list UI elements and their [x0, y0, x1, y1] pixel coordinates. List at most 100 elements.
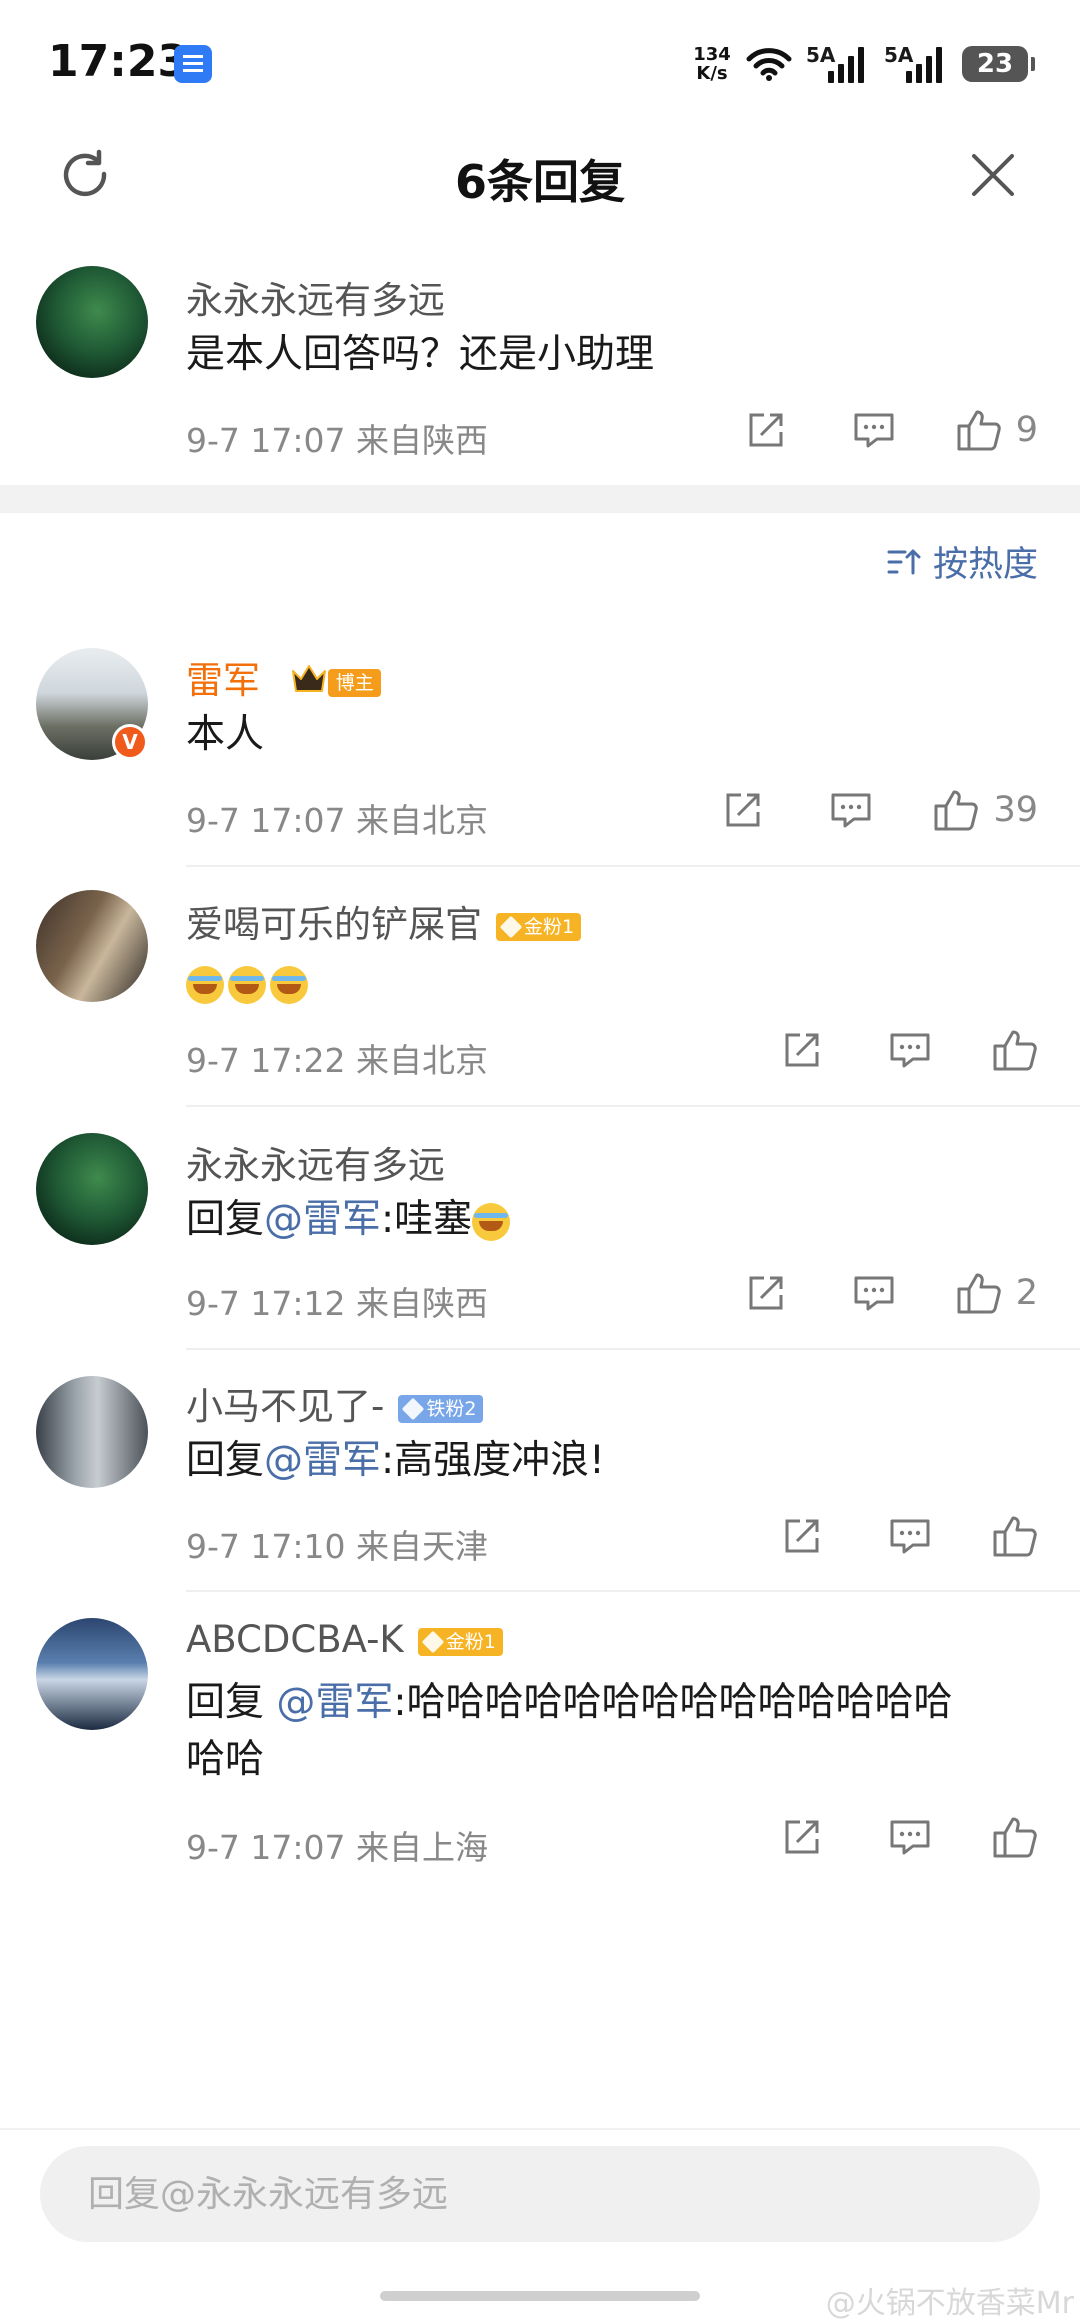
comment-meta: 9-7 17:12 来自陕西: [186, 1284, 488, 1323]
username-text: ABCDCBA-K: [186, 1618, 404, 1661]
avatar[interactable]: [36, 1376, 148, 1488]
reply-body: :哇塞: [381, 1197, 473, 1242]
like-button[interactable]: 2: [956, 1271, 1038, 1315]
reply-item: 爱喝可乐的铲屎官 金粉1 9-7 17:22 来自北京: [0, 882, 1080, 1102]
avatar[interactable]: [36, 1618, 148, 1730]
username-text: 雷军: [186, 659, 260, 702]
fan-badge: 铁粉2: [398, 1394, 484, 1423]
like-count: 9: [1015, 410, 1038, 450]
reply-input[interactable]: [40, 2146, 1040, 2242]
net-speed-unit: K/s: [696, 63, 728, 84]
signal-2-label: 5A: [884, 43, 914, 67]
share-icon[interactable]: [742, 410, 790, 450]
comment-actions: [778, 1815, 1038, 1859]
fan-badge: 金粉1: [496, 912, 582, 941]
username[interactable]: 雷军 博主: [186, 650, 381, 704]
fan-badge-label: 金粉1: [524, 915, 575, 938]
fan-badge-label: 铁粉2: [426, 1397, 477, 1420]
username-text: 爱喝可乐的铲屎官: [186, 903, 482, 946]
comment-actions: [778, 1514, 1038, 1558]
username-text: 小马不见了-: [186, 1385, 385, 1428]
username[interactable]: 永永永远有多远: [186, 270, 445, 324]
status-time: 17:23: [48, 36, 189, 87]
crown-icon: [290, 661, 328, 704]
close-icon[interactable]: [968, 150, 1018, 200]
comment-meta: 9-7 17:07 来自上海: [186, 1828, 488, 1867]
comment-meta: 9-7 17:10 来自天津: [186, 1527, 488, 1566]
reply-item: 小马不见了- 铁粉2 回复@雷军:高强度冲浪! 9-7 17:10 来自天津: [0, 1368, 1080, 1588]
username[interactable]: ABCDCBA-K 金粉1: [186, 1618, 503, 1661]
username[interactable]: 永永永远有多远: [186, 1135, 445, 1189]
avatar[interactable]: [36, 890, 148, 1002]
comment-text: 本人: [186, 712, 265, 757]
divider: [186, 1590, 1080, 1592]
wifi-icon: [746, 46, 792, 82]
avatar[interactable]: [36, 266, 148, 378]
status-bar: 17:23 134 K/s 5A 5A 23: [0, 0, 1080, 130]
reply-body: :高强度冲浪!: [381, 1438, 605, 1483]
signal-icon-2: 5A: [884, 43, 948, 83]
home-indicator[interactable]: [380, 2291, 700, 2301]
comment-icon[interactable]: [850, 1273, 898, 1313]
comment-icon[interactable]: [827, 790, 875, 830]
reply-item: 永永永远有多远 回复@雷军:哇塞 9-7 17:12 来自陕西 2: [0, 1125, 1080, 1345]
root-comment: 永永永远有多远 是本人回答吗？还是小助理 9-7 17:07 来自陕西 9: [0, 260, 1080, 480]
reply-body: :哈哈哈哈哈哈哈哈哈哈哈哈哈哈: [393, 1680, 953, 1725]
laugh-cry-emoji-icon: [186, 965, 224, 1004]
comment-icon[interactable]: [886, 1817, 934, 1857]
reply-prefix: 回复: [186, 1680, 277, 1725]
reply-prefix: 回复: [186, 1197, 265, 1242]
mention-link[interactable]: @雷军: [264, 1197, 381, 1242]
comment-icon[interactable]: [886, 1030, 934, 1070]
share-icon[interactable]: [719, 790, 767, 830]
like-count: 39: [993, 790, 1038, 830]
reply-prefix: 回复: [186, 1438, 265, 1483]
avatar[interactable]: [36, 1133, 148, 1245]
bottom-divider: [0, 2128, 1080, 2130]
verified-badge-icon: V: [112, 724, 148, 760]
laugh-cry-emoji-icon: [228, 965, 266, 1004]
header: 6条回复: [0, 130, 1080, 220]
like-button[interactable]: [992, 1815, 1038, 1859]
notes-app-icon: [174, 45, 212, 83]
comment-text: 是本人回答吗？还是小助理: [186, 332, 655, 377]
divider: [186, 1105, 1080, 1107]
like-button[interactable]: 39: [933, 788, 1038, 832]
sort-icon: [887, 549, 921, 574]
sort-toggle[interactable]: 按热度: [887, 536, 1038, 587]
username[interactable]: 爱喝可乐的铲屎官 金粉1: [186, 894, 582, 948]
comment-text: 回复@雷军:哇塞: [186, 1191, 514, 1248]
net-speed: 134 K/s: [692, 45, 732, 83]
net-speed-value: 134: [693, 44, 731, 65]
like-button[interactable]: [992, 1028, 1038, 1072]
sort-label: 按热度: [932, 545, 1038, 585]
signal-1-label: 5A: [806, 43, 836, 67]
comment-actions: 9: [742, 408, 1038, 452]
host-badge: 博主: [327, 668, 381, 697]
laugh-cry-emoji-icon: [270, 965, 308, 1004]
comment-icon[interactable]: [886, 1516, 934, 1556]
mention-link[interactable]: @雷军: [264, 1438, 381, 1483]
share-icon[interactable]: [742, 1273, 790, 1313]
share-icon[interactable]: [778, 1516, 826, 1556]
comment-actions: 2: [742, 1271, 1038, 1315]
comment-actions: 39: [719, 788, 1038, 832]
share-icon[interactable]: [778, 1817, 826, 1857]
mention-link[interactable]: @雷军: [276, 1680, 393, 1725]
crying-emoji-icon: [472, 1202, 511, 1241]
comment-text: [186, 954, 312, 1011]
reply-item: ABCDCBA-K 金粉1 回复 @雷军:哈哈哈哈哈哈哈哈哈哈哈哈哈哈 哈哈 9-…: [0, 1610, 1080, 1910]
comment-icon[interactable]: [850, 410, 898, 450]
watermark: @火锅不放香菜Mr: [825, 2286, 1074, 2321]
username[interactable]: 小马不见了- 铁粉2: [186, 1376, 484, 1430]
share-icon[interactable]: [778, 1030, 826, 1070]
divider: [186, 865, 1080, 867]
like-button[interactable]: [992, 1514, 1038, 1558]
like-button[interactable]: 9: [956, 408, 1038, 452]
comment-text: 回复 @雷军:哈哈哈哈哈哈哈哈哈哈哈哈哈哈: [186, 1674, 953, 1731]
like-count: 2: [1015, 1273, 1038, 1313]
comment-meta: 9-7 17:22 来自北京: [186, 1041, 488, 1080]
fan-badge: 金粉1: [417, 1627, 503, 1656]
reply-item: V 雷军 博主 本人 9-7 17:07 来自北京 39: [0, 640, 1080, 860]
comment-text-line2: 哈哈: [186, 1737, 265, 1782]
